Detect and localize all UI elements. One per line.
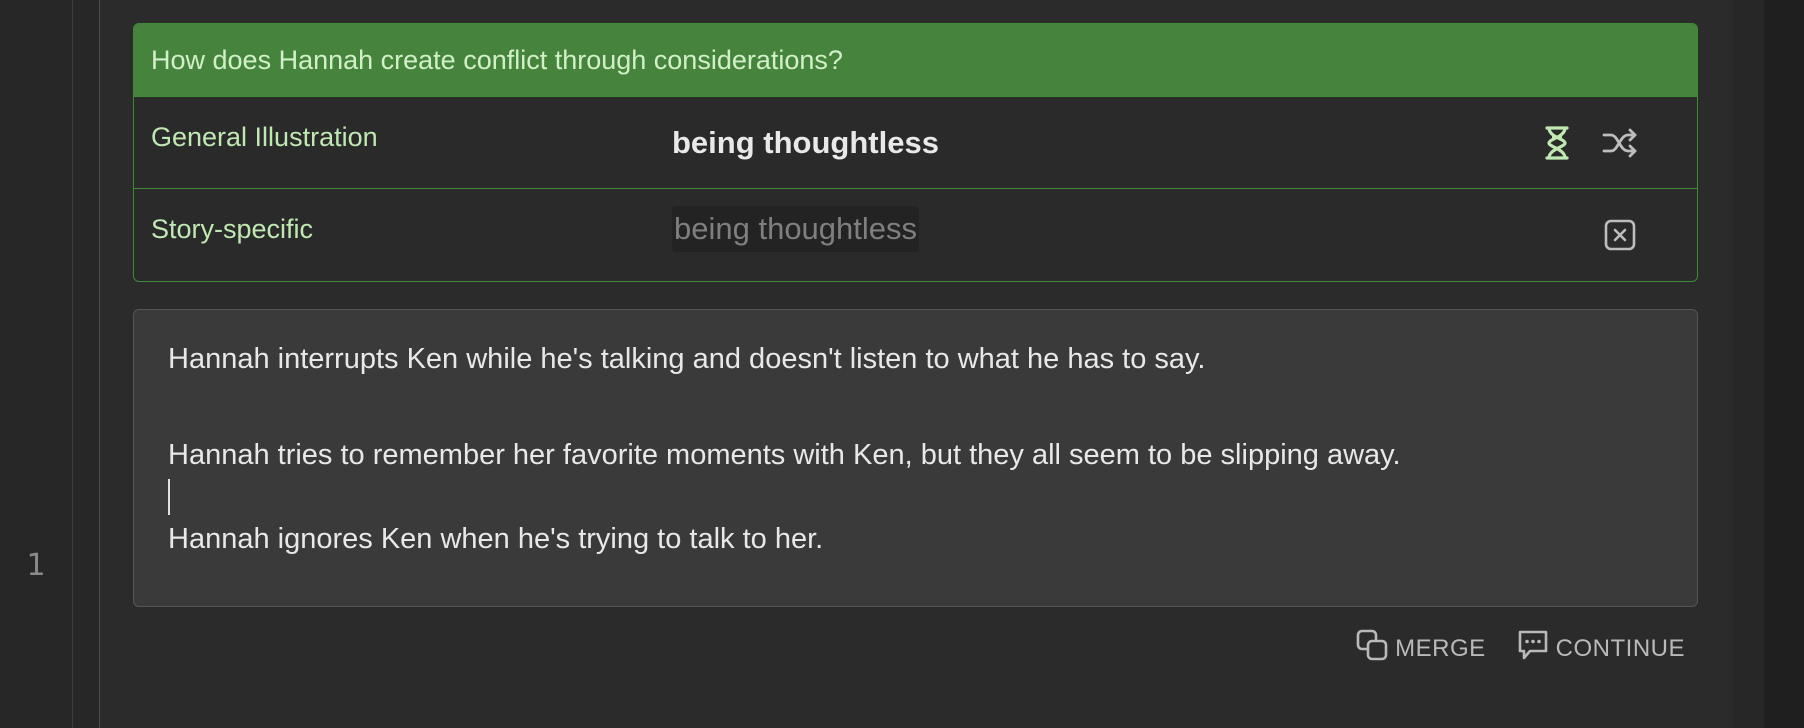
- merge-label: MERGE: [1395, 634, 1486, 662]
- text-cursor: [168, 479, 170, 515]
- continue-button[interactable]: CONTINUE: [1516, 628, 1685, 669]
- general-illustration-label: General Illustration: [151, 122, 378, 152]
- story-specific-input[interactable]: being thoughtless: [672, 206, 920, 252]
- generated-text-area[interactable]: Hannah interrupts Ken while he's talking…: [133, 309, 1698, 607]
- line-number: 1: [26, 548, 46, 583]
- hourglass-icon[interactable]: [1537, 123, 1577, 163]
- merge-icon: [1355, 628, 1389, 669]
- text-line: Hannah interrupts Ken while he's talking…: [168, 343, 1206, 375]
- card-question-header: How does Hannah create conflict through …: [134, 24, 1697, 97]
- right-edge-strip: [1764, 0, 1804, 728]
- text-line: Hannah ignores Ken when he's trying to t…: [168, 523, 824, 555]
- close-box-icon[interactable]: [1600, 215, 1640, 255]
- card-question-text: How does Hannah create conflict through …: [151, 44, 843, 75]
- editor-screen: 1 How does Hannah create conflict throug…: [0, 0, 1804, 728]
- line-gutter: 1: [0, 0, 73, 728]
- action-bar: MERGE CONTINUE: [1355, 628, 1685, 669]
- general-illustration-row: General Illustration being thoughtless: [134, 97, 1697, 189]
- scrollbar-track[interactable]: [1733, 0, 1764, 728]
- shuffle-icon[interactable]: [1600, 123, 1640, 163]
- consideration-card: How does Hannah create conflict through …: [133, 23, 1698, 282]
- merge-button[interactable]: MERGE: [1355, 628, 1486, 669]
- general-illustration-value: being thoughtless: [672, 125, 939, 160]
- text-line: Hannah tries to remember her favorite mo…: [168, 439, 1401, 471]
- story-specific-row: Story-specific being thoughtless: [134, 189, 1697, 281]
- chat-bubble-icon: [1516, 628, 1550, 669]
- story-specific-label: Story-specific: [151, 214, 314, 244]
- continue-label: CONTINUE: [1555, 634, 1685, 662]
